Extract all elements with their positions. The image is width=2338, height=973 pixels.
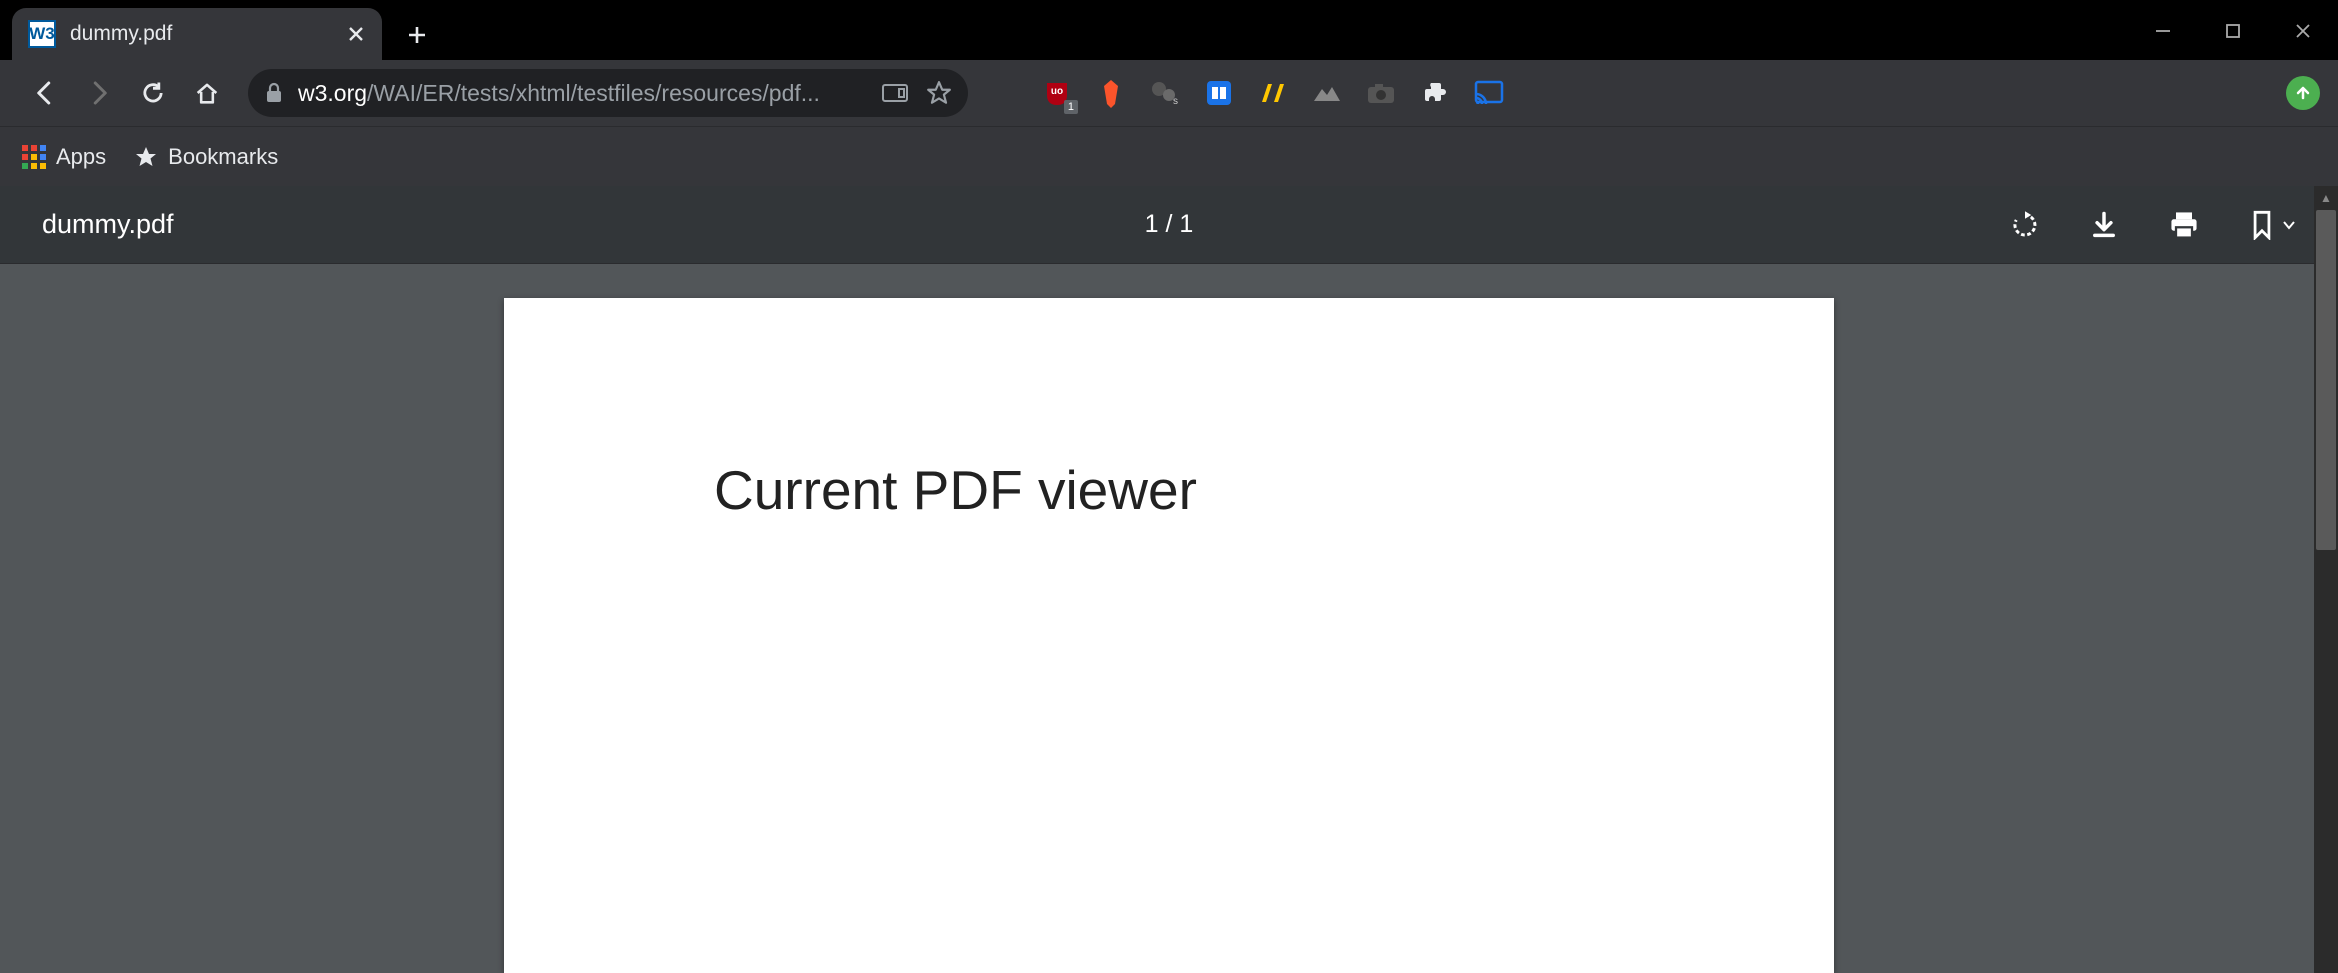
chevron-down-icon (2282, 220, 2296, 230)
window-close-button[interactable] (2268, 8, 2338, 53)
bookmarks-shortcut[interactable]: Bookmarks (134, 144, 278, 170)
profile-avatar[interactable] (2286, 76, 2320, 110)
url-path: /WAI/ER/tests/xhtml/testfiles/resources/… (367, 80, 820, 106)
pdf-filename: dummy.pdf (42, 209, 174, 240)
cast-icon[interactable] (1474, 78, 1504, 108)
window-controls (2128, 0, 2338, 60)
address-bar[interactable]: w3.org/WAI/ER/tests/xhtml/testfiles/reso… (248, 69, 968, 117)
camera-extension-icon[interactable] (1366, 78, 1396, 108)
w3-favicon: W3 (28, 20, 56, 48)
pdf-page: Current PDF viewer (504, 298, 1834, 973)
lock-icon (264, 82, 284, 104)
pdf-page-indicator[interactable]: 1 / 1 (1145, 210, 1194, 239)
window-maximize-button[interactable] (2198, 8, 2268, 53)
download-button[interactable] (2090, 210, 2118, 240)
back-button[interactable] (22, 70, 68, 116)
pdf-viewport[interactable]: Current PDF viewer (0, 264, 2338, 973)
ublock-extension-icon[interactable]: uo 1 (1042, 78, 1072, 108)
vertical-scrollbar[interactable]: ▲ (2314, 186, 2338, 973)
extensions-area: uo 1 s (1042, 78, 1504, 108)
extensions-puzzle-icon[interactable] (1420, 78, 1450, 108)
bookmarks-bar: Apps Bookmarks (0, 126, 2338, 186)
brave-extension-icon[interactable] (1096, 78, 1126, 108)
window-minimize-button[interactable] (2128, 8, 2198, 53)
home-button[interactable] (184, 70, 230, 116)
url-host: w3.org (298, 80, 367, 106)
pdf-heading: Current PDF viewer (714, 458, 1624, 522)
browser-tab[interactable]: W3 dummy.pdf (12, 8, 382, 60)
apps-shortcut[interactable]: Apps (22, 144, 106, 170)
pdf-toolbar: dummy.pdf 1 / 1 (0, 186, 2338, 264)
mountain-extension-icon[interactable] (1312, 78, 1342, 108)
extension-badge: 1 (1064, 100, 1078, 114)
reload-button[interactable] (130, 70, 176, 116)
reader-extension-icon[interactable] (1204, 78, 1234, 108)
tab-close-button[interactable] (344, 22, 368, 46)
install-app-icon[interactable] (882, 82, 908, 104)
titlebar: W3 dummy.pdf (0, 0, 2338, 60)
bookmark-dropdown-button[interactable] (2250, 210, 2296, 240)
bookmark-star-icon[interactable] (926, 80, 952, 106)
rotate-button[interactable] (2010, 210, 2040, 240)
bookmarks-label: Bookmarks (168, 144, 278, 170)
scroll-thumb[interactable] (2316, 210, 2336, 550)
tab-title: dummy.pdf (70, 22, 344, 46)
apps-label: Apps (56, 144, 106, 170)
svg-text:s: s (1173, 96, 1178, 106)
navigation-bar: w3.org/WAI/ER/tests/xhtml/testfiles/reso… (0, 60, 2338, 126)
svg-text:uo: uo (1051, 86, 1063, 97)
grey-s-extension-icon[interactable]: s (1150, 78, 1180, 108)
url-text: w3.org/WAI/ER/tests/xhtml/testfiles/reso… (298, 80, 820, 107)
star-icon (134, 145, 158, 169)
apps-grid-icon (22, 145, 46, 169)
scroll-up-arrow[interactable]: ▲ (2314, 186, 2338, 210)
print-button[interactable] (2168, 210, 2200, 240)
yellow-stripes-extension-icon[interactable] (1258, 78, 1288, 108)
forward-button[interactable] (76, 70, 122, 116)
new-tab-button[interactable] (392, 10, 442, 60)
